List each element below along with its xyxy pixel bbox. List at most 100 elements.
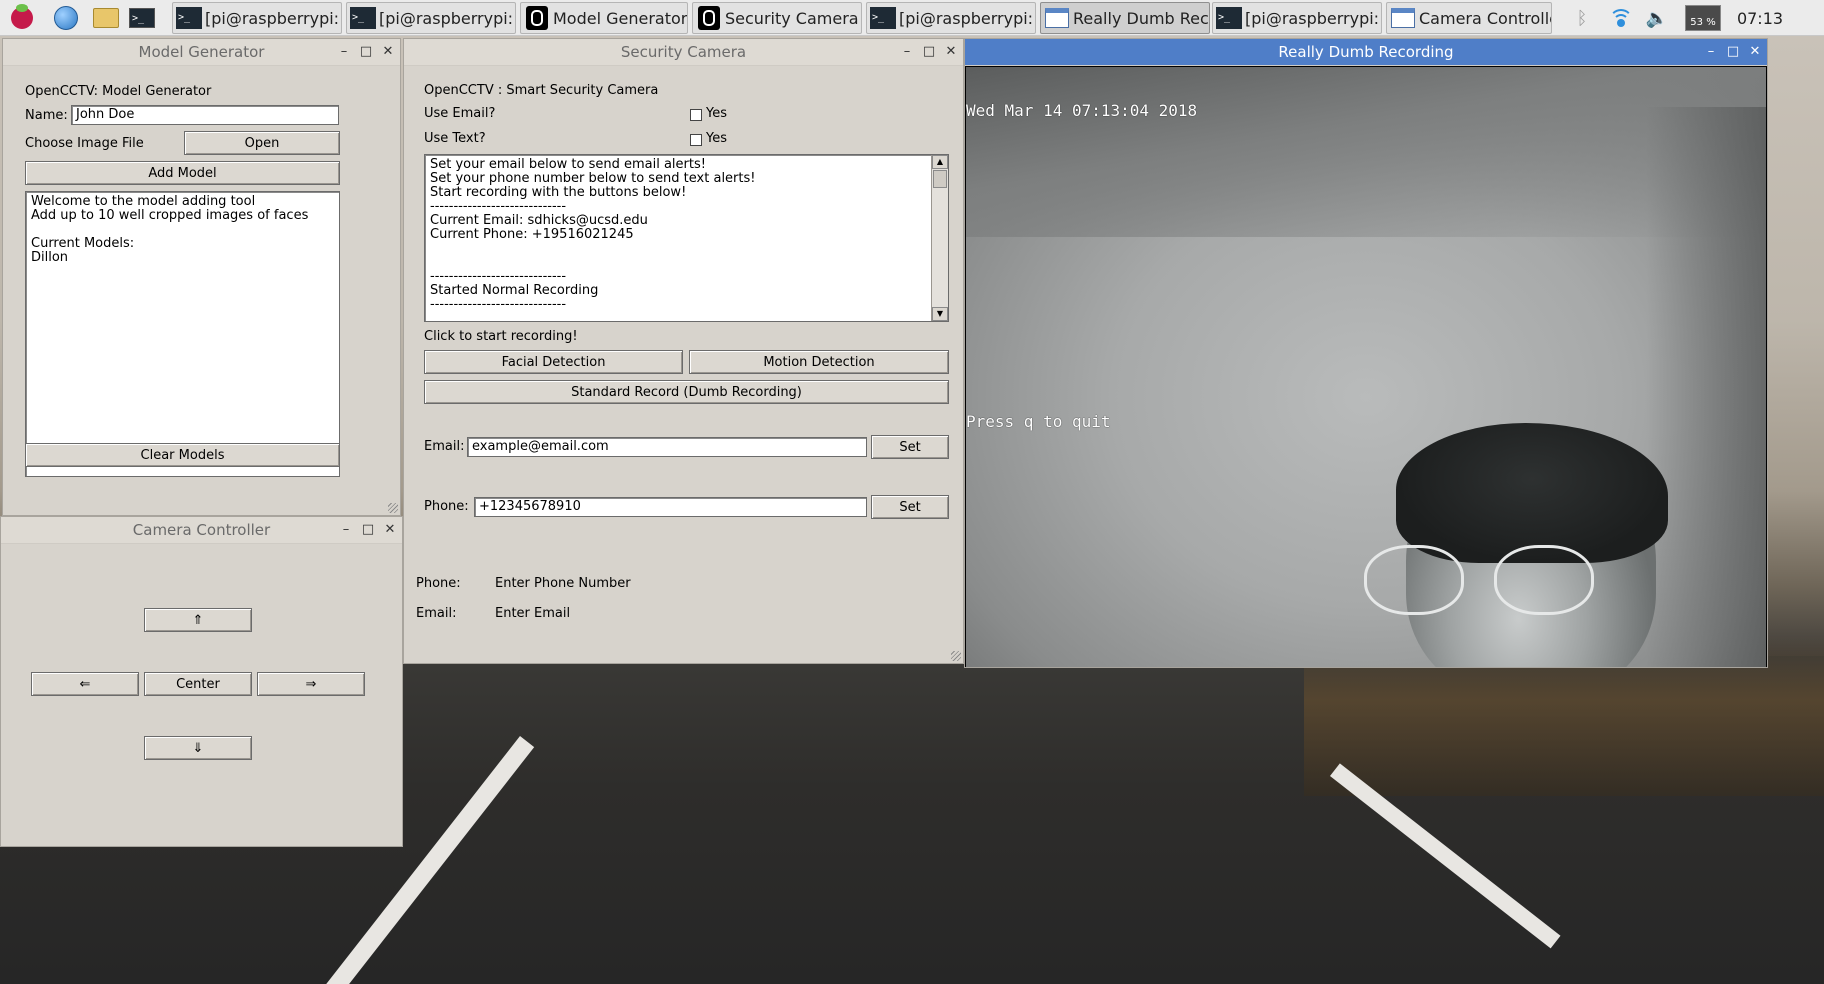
status-phone-label: Phone:: [416, 576, 461, 591]
status-email-label: Email:: [416, 606, 457, 621]
name-input[interactable]: John Doe: [71, 105, 339, 125]
quit-hint: Press q to quit: [966, 412, 1111, 431]
file-manager-launcher[interactable]: [92, 4, 120, 32]
log-text[interactable]: Set your email below to send email alert…: [424, 154, 949, 322]
camera-icon: [526, 6, 548, 30]
pan-left-button[interactable]: ⇐: [31, 672, 139, 696]
motion-detection-button[interactable]: Motion Detection: [689, 350, 949, 374]
terminal-icon: >_: [129, 8, 155, 28]
scroll-up-icon[interactable]: ▲: [932, 155, 948, 169]
wifi-icon[interactable]: [1606, 0, 1636, 36]
use-email-label: Use Email?: [424, 106, 496, 121]
bluetooth-icon[interactable]: ᛒ: [1568, 0, 1596, 36]
window-titlebar[interactable]: Security Camera: [404, 39, 963, 66]
pan-down-button[interactable]: ⇓: [144, 736, 252, 760]
center-button[interactable]: Center: [144, 672, 252, 696]
window-icon: [1045, 8, 1069, 28]
minimize-icon[interactable]: –: [1703, 39, 1719, 65]
taskbar-item-security-camera[interactable]: Security Camera: [692, 2, 862, 34]
taskbar-item-really-dumb-recording[interactable]: Really Dumb Rec...: [1040, 2, 1210, 34]
model-generator-window: Model Generator – □ ✕ OpenCCTV: Model Ge…: [2, 38, 401, 516]
window-title: Security Camera: [620, 43, 747, 61]
use-email-checkbox[interactable]: [690, 109, 702, 121]
name-label: Name:: [25, 108, 68, 123]
phone-label: Phone:: [424, 499, 469, 514]
taskbar-item-terminal-4[interactable]: >_ [pi@raspberrypi: ...: [1212, 2, 1382, 34]
window-title: Camera Controller: [132, 521, 271, 539]
status-email-value: Enter Email: [495, 606, 571, 621]
cpu-monitor[interactable]: 53 %: [1682, 0, 1724, 36]
app-heading: OpenCCTV : Smart Security Camera: [424, 83, 659, 98]
cpu-usage-label: 53 %: [1685, 5, 1721, 31]
volume-icon[interactable]: 🔈: [1644, 0, 1670, 36]
close-icon[interactable]: ✕: [382, 517, 398, 543]
add-model-button[interactable]: Add Model: [25, 161, 340, 185]
email-label: Email:: [424, 439, 465, 454]
feed-person-hair: [1396, 423, 1668, 563]
status-phone-value: Enter Phone Number: [495, 576, 631, 591]
use-text-yes-label: Yes: [706, 131, 727, 146]
taskbar-item-terminal-3[interactable]: >_ [pi@raspberrypi: ~]: [866, 2, 1036, 34]
log-scrollbar[interactable]: ▲ ▼: [931, 155, 948, 321]
minimize-icon[interactable]: –: [336, 39, 352, 65]
email-input[interactable]: example@email.com: [467, 437, 867, 457]
open-button[interactable]: Open: [184, 131, 340, 155]
task-label: [pi@raspberrypi: ...: [379, 8, 515, 28]
scroll-thumb[interactable]: [933, 170, 947, 188]
terminal-launcher[interactable]: >_: [128, 4, 156, 32]
pan-right-button[interactable]: ⇒: [257, 672, 365, 696]
minimize-icon[interactable]: –: [899, 39, 915, 65]
set-phone-button[interactable]: Set: [871, 495, 949, 519]
window-title: Model Generator: [138, 43, 265, 61]
close-icon[interactable]: ✕: [943, 39, 959, 65]
maximize-icon[interactable]: □: [360, 517, 376, 543]
globe-icon: [54, 6, 78, 30]
feed-shadow: [1646, 107, 1766, 667]
security-camera-window: Security Camera – □ ✕ OpenCCTV : Smart S…: [403, 38, 964, 664]
clock-label: 07:13: [1736, 8, 1784, 28]
close-icon[interactable]: ✕: [1747, 39, 1763, 65]
close-icon[interactable]: ✕: [380, 39, 396, 65]
terminal-icon: >_: [870, 7, 896, 29]
window-titlebar[interactable]: Really Dumb Recording: [965, 39, 1767, 66]
taskbar-item-model-generator[interactable]: Model Generator: [520, 2, 688, 34]
taskbar-item-camera-controller[interactable]: Camera Controller: [1386, 2, 1552, 34]
scroll-down-icon[interactable]: ▼: [932, 307, 948, 321]
use-text-label: Use Text?: [424, 131, 486, 146]
raspberry-icon: [11, 4, 33, 29]
taskbar: >_ >_ [pi@raspberrypi: ... >_ [pi@raspbe…: [0, 0, 1824, 36]
choose-image-label: Choose Image File: [25, 136, 144, 151]
task-label: [pi@raspberrypi: ...: [205, 8, 341, 28]
pan-up-button[interactable]: ⇑: [144, 608, 252, 632]
terminal-icon: >_: [350, 7, 376, 29]
window-title: Really Dumb Recording: [1278, 43, 1454, 61]
use-email-yes-label: Yes: [706, 106, 727, 121]
use-text-checkbox[interactable]: [690, 134, 702, 146]
maximize-icon[interactable]: □: [921, 39, 937, 65]
taskbar-item-terminal-1[interactable]: >_ [pi@raspberrypi: ...: [172, 2, 342, 34]
task-label: [pi@raspberrypi: ...: [1245, 8, 1381, 28]
camera-icon: [698, 6, 720, 30]
task-label: Really Dumb Rec...: [1073, 8, 1210, 28]
folder-icon: [93, 8, 119, 28]
maximize-icon[interactable]: □: [358, 39, 374, 65]
maximize-icon[interactable]: □: [1725, 39, 1741, 65]
terminal-icon: >_: [176, 7, 202, 29]
minimize-icon[interactable]: –: [338, 517, 354, 543]
resize-grip[interactable]: [388, 503, 398, 513]
browser-launcher[interactable]: [52, 4, 80, 32]
facial-detection-button[interactable]: Facial Detection: [424, 350, 683, 374]
model-output-text[interactable]: Welcome to the model adding tool Add up …: [25, 191, 340, 477]
raspberry-menu-button[interactable]: [8, 4, 36, 32]
clear-models-button[interactable]: Clear Models: [25, 443, 340, 467]
window-icon: [1391, 8, 1415, 28]
task-label: Camera Controller: [1419, 8, 1552, 28]
resize-grip[interactable]: [951, 651, 961, 661]
standard-record-button[interactable]: Standard Record (Dumb Recording): [424, 380, 949, 404]
clock[interactable]: 07:13: [1732, 0, 1788, 36]
phone-input[interactable]: +12345678910: [474, 497, 867, 517]
taskbar-item-terminal-2[interactable]: >_ [pi@raspberrypi: ...: [346, 2, 516, 34]
set-email-button[interactable]: Set: [871, 435, 949, 459]
task-label: Security Camera: [725, 8, 859, 28]
feed-person-glasses: [1364, 545, 1634, 625]
